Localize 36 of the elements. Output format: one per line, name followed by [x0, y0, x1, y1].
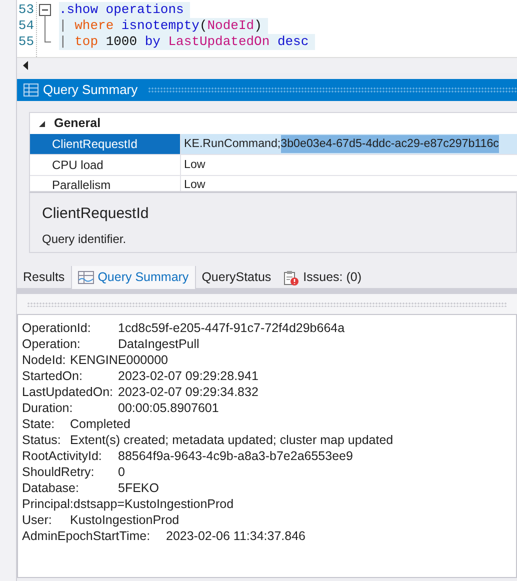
detail-line: Status: Extent(s) created; metadata updated; cluster map updated	[22, 432, 394, 448]
summary-table-icon	[23, 83, 39, 97]
detail-line: StartedOn: 2023-02-07 09:29:28.941	[22, 368, 258, 384]
line-number: 53	[17, 2, 34, 18]
collapse-arrow-icon[interactable]	[38, 120, 46, 128]
detail-line: User: KustoIngestionProd	[22, 512, 180, 528]
detail-line: ShouldRetry: 0	[22, 464, 125, 480]
tab[interactable]: QueryStatus	[196, 266, 278, 289]
table-chart-icon	[78, 271, 94, 284]
property-name[interactable]: ClientRequestId	[30, 134, 181, 154]
category-label: General	[54, 115, 101, 132]
clipboard-error-icon	[283, 270, 300, 286]
property-value[interactable]: Low	[181, 176, 517, 191]
detail-line: NodeId: KENGINE000000	[22, 352, 168, 368]
scroll-left-icon[interactable]	[23, 61, 29, 70]
horizontal-scrollbar[interactable]	[17, 57, 517, 73]
detail-line: Database: 5FEKO	[22, 480, 159, 496]
detail-line: Principal:dstsapp=KustoIngestionProd	[22, 496, 234, 512]
property-name[interactable]: CPU load	[30, 155, 181, 175]
detail-line: OperationId: 1cd8c59f-e205-447f-91c7-72f4d29b664a	[22, 320, 345, 336]
detail-line: LastUpdatedOn: 2023-02-07 09:29:34.832	[22, 384, 258, 400]
detail-line: RootActivityId: 88564f9a-9643-4c9b-a8a3-b7e2a6553ee9	[22, 448, 353, 464]
detail-line: State: Completed	[22, 416, 130, 432]
panel-title: Query Summary	[43, 81, 138, 100]
property-value[interactable]: Low	[181, 155, 517, 175]
detail-line: Operation: DataIngestPull	[22, 336, 200, 352]
line-number: 55	[17, 34, 34, 50]
tab[interactable]: Results	[17, 266, 71, 289]
property-value[interactable]: KE.RunCommand;3b0e03e4-67d5-4ddc-ac29-e87c297b116c	[181, 134, 517, 154]
detail-line: Duration: 00:00:05.8907601	[22, 400, 219, 416]
tab[interactable]: Query Summary	[70, 266, 196, 289]
description-title: ClientRequestId	[42, 204, 150, 224]
tab[interactable]: Issues: (0)	[277, 266, 368, 289]
description-text: Query identifier.	[42, 230, 128, 248]
line-number: 54	[17, 18, 34, 34]
detail-line: AdminEpochStartTime: 2023-02-06 11:34:37.846	[22, 528, 306, 544]
